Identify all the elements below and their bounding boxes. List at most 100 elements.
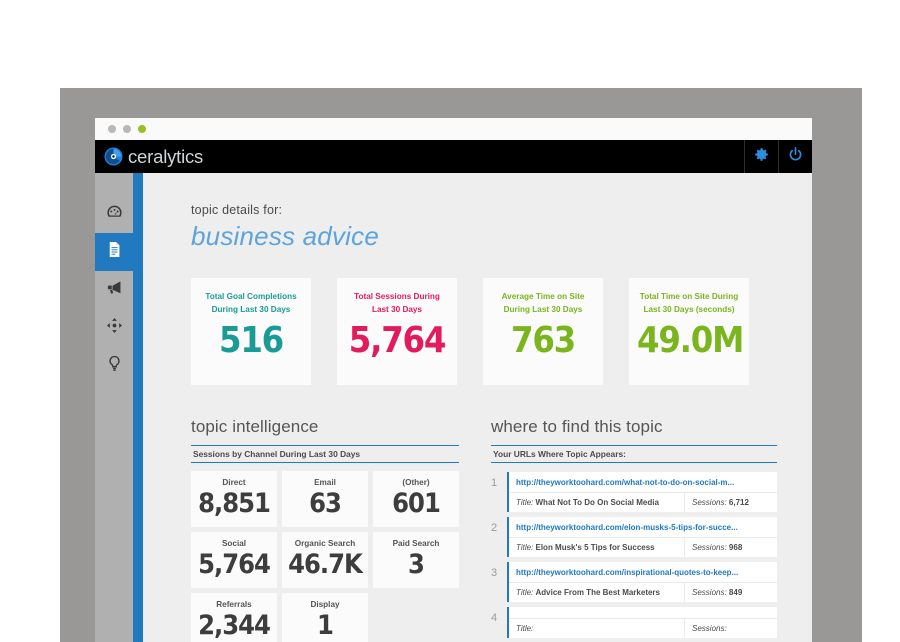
url-item-card: http://theyworktoohard.com/inspirational… [507, 562, 777, 602]
channel-grid: Direct 8,851 Email 63 (Other) 601 Social 5,764 O… [191, 471, 459, 642]
sidebar-item-campaigns[interactable] [95, 271, 133, 309]
channel-label: Display [310, 600, 340, 609]
url-item-link[interactable]: http://theyworktoohard.com/inspirational… [509, 562, 777, 583]
url-item-number: 3 [491, 567, 498, 579]
url-item-sessions-label: Sessions: [692, 543, 727, 552]
url-item-sessions-value: 6,712 [728, 498, 749, 507]
channel-cell: Paid Search 3 [373, 532, 459, 588]
megaphone-icon [105, 278, 124, 302]
app-header: ceralytics [95, 140, 812, 173]
url-item-meta: Title: Elon Musk's 5 Tips for Success Ses… [509, 538, 777, 557]
channel-cell: Referrals 2,344 [191, 593, 277, 642]
url-item-sessions-label: Sessions: [692, 588, 727, 597]
stat-card: Total Goal Completions During Last 30 Da… [191, 278, 311, 385]
url-item-link[interactable] [509, 607, 777, 619]
stat-card-label: Total Time on Site During Last 30 Days (… [639, 292, 739, 314]
url-item-title-value: What Not To Do On Social Media [535, 498, 659, 507]
sidebar-item-dashboard[interactable] [95, 195, 133, 233]
sidebar-accent-bar [133, 173, 143, 642]
url-item-link[interactable]: http://theyworktoohard.com/elon-musks-5-… [509, 517, 777, 538]
url-item-title-label: Title: [516, 624, 534, 633]
stat-card-value: 516 [218, 320, 284, 361]
channel-label: Direct [222, 478, 246, 487]
url-item-sessions-value: 968 [728, 543, 743, 552]
channel-label: Referrals [216, 600, 252, 609]
url-item-meta: Title: What Not To Do On Social Media Ses… [509, 493, 777, 512]
app-logo-text: ceralytics [128, 145, 204, 167]
topic-intelligence-subtitle: Sessions by Channel During Last 30 Days [191, 445, 459, 463]
url-item-sessions-cell: Sessions: 849 [685, 583, 777, 602]
url-list: 1 http://theyworktoohard.com/what-not-to-… [491, 472, 777, 638]
dashboard-gauge-icon [105, 202, 124, 226]
main-content: topic details for: business advice Total… [143, 173, 812, 642]
window-dot-close[interactable] [108, 125, 116, 133]
document-icon [105, 240, 124, 264]
header-actions [744, 140, 812, 173]
lightbulb-icon [105, 354, 124, 378]
url-item-sessions-label: Sessions: [692, 498, 727, 507]
channel-label: Paid Search [392, 539, 440, 548]
page-title: business advice [191, 221, 379, 251]
url-item-meta: Title: Sessions: [509, 619, 777, 638]
url-item-card: Title: Sessions: [507, 607, 777, 638]
url-item-title-cell: Title: Advice From The Best Marketers [509, 583, 685, 602]
url-item-sessions-label: Sessions: [692, 624, 727, 633]
stat-card-label: Total Goal Completions During Last 30 Da… [205, 292, 297, 314]
where-to-find-subtitle: Your URLs Where Topic Appears: [491, 445, 777, 463]
stat-card-row: Total Goal Completions During Last 30 Da… [191, 278, 812, 385]
stat-card: Average Time on Site During Last 30 Days… [483, 278, 603, 385]
url-item-sessions-value: 849 [728, 588, 743, 597]
stat-card: Total Time on Site During Last 30 Days (… [629, 278, 749, 385]
url-list-item: 2 http://theyworktoohard.com/elon-musks-5… [491, 517, 777, 557]
channel-label: (Other) [402, 478, 430, 487]
url-list-item: 1 http://theyworktoohard.com/what-not-to-… [491, 472, 777, 512]
url-item-sessions-cell: Sessions: 968 [685, 538, 777, 557]
app-logo[interactable]: ceralytics [95, 146, 203, 168]
stat-card: Total Sessions During Last 30 Days 5,764 [337, 278, 457, 385]
stat-card-label: Average Time on Site During Last 30 Days [501, 292, 585, 314]
channel-value: 46.7K [288, 549, 363, 580]
sidebar-item-documents[interactable] [95, 233, 133, 271]
app-body: topic details for: business advice Total… [95, 173, 812, 642]
window-dot-minimize[interactable] [123, 125, 131, 133]
channel-value: 1 [317, 610, 334, 641]
channel-label: Social [221, 539, 247, 548]
channel-cell: Direct 8,851 [191, 471, 277, 527]
url-item-title-label: Title: [516, 588, 534, 597]
stat-card-value: 5,764 [348, 320, 447, 361]
stat-card-value: 763 [510, 320, 576, 361]
url-item-sessions-cell: Sessions: [685, 619, 777, 638]
url-item-title-label: Title: [516, 498, 534, 507]
sidebar-item-explore[interactable] [95, 309, 133, 347]
power-button[interactable] [778, 140, 812, 173]
url-item-number: 4 [491, 612, 498, 624]
channel-label: Organic Search [294, 539, 356, 548]
url-list-item: 3 http://theyworktoohard.com/inspirationa… [491, 562, 777, 602]
channel-value: 5,764 [198, 549, 271, 580]
power-icon [787, 146, 804, 168]
url-item-link[interactable]: http://theyworktoohard.com/what-not-to-d… [509, 472, 777, 493]
channel-value: 8,851 [198, 488, 271, 519]
page-pretitle: topic details for: [191, 203, 283, 217]
channel-cell: Organic Search 46.7K [282, 532, 368, 588]
url-item-title-cell: Title: [509, 619, 685, 638]
settings-button[interactable] [744, 140, 778, 173]
url-item-card: http://theyworktoohard.com/what-not-to-d… [507, 472, 777, 512]
url-list-item: 4 Title: Sessions: [491, 607, 777, 638]
url-item-title-label: Title: [516, 543, 534, 552]
channel-value: 63 [309, 488, 342, 519]
browser-window: ceralytics topic details for: business a… [95, 118, 812, 642]
gear-icon [753, 146, 770, 168]
window-dot-maximize[interactable] [138, 125, 146, 133]
topic-intelligence-heading: topic intelligence [191, 417, 319, 436]
sidebar-item-insights[interactable] [95, 347, 133, 385]
url-item-title-value: Elon Musk's 5 Tips for Success [535, 543, 655, 552]
channel-cell: (Other) 601 [373, 471, 459, 527]
channel-cell: Display 1 [282, 593, 368, 642]
browser-titlebar [95, 118, 812, 140]
stat-card-value: 49.0M [637, 320, 744, 361]
sidebar-nav [95, 173, 133, 642]
move-arrows-icon [105, 316, 124, 340]
panels-row: topic intelligence Sessions by Channel D… [191, 417, 812, 642]
url-item-meta: Title: Advice From The Best Marketers Ses… [509, 583, 777, 602]
